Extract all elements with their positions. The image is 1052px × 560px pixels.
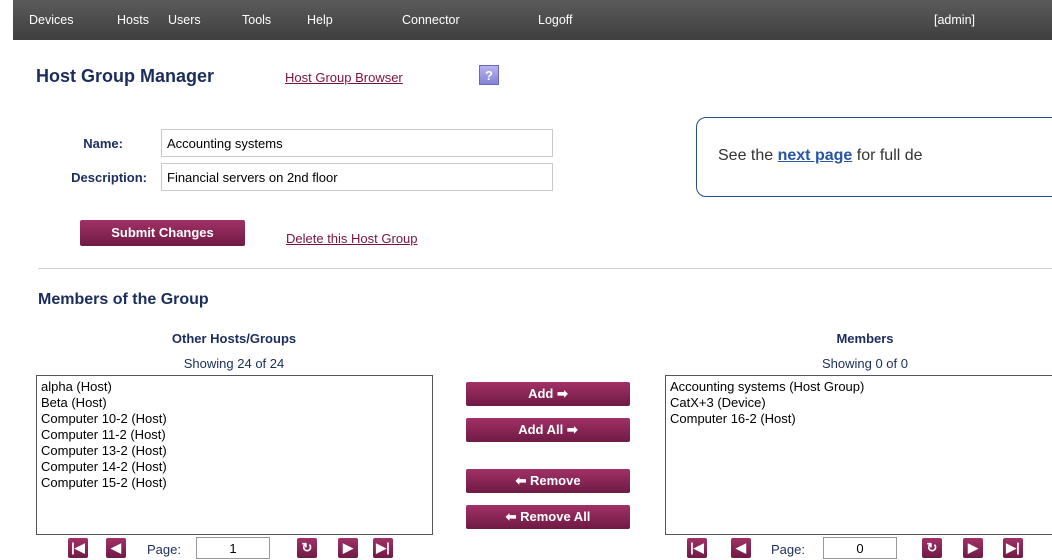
current-user: [admin] <box>934 13 975 27</box>
page-input[interactable]: 1 <box>196 537 270 559</box>
callout-suffix: for full de <box>852 147 923 164</box>
other-hosts-heading: Other Hosts/Groups <box>171 331 297 346</box>
add-label: Add <box>528 386 554 401</box>
list-item[interactable]: Computer 15-2 (Host) <box>37 475 432 491</box>
arrow-left-icon: ⬅ <box>515 473 527 488</box>
last-page-icon[interactable]: ▶| <box>1003 538 1023 558</box>
last-page-icon[interactable]: ▶| <box>373 538 393 558</box>
callout-prefix: See the <box>718 147 778 164</box>
nav-help[interactable]: Help <box>307 0 333 40</box>
members-list[interactable]: Accounting systems (Host Group) CatX+3 (… <box>665 375 1052 535</box>
help-icon[interactable]: ? <box>479 65 499 85</box>
refresh-icon[interactable]: ↻ <box>297 538 317 558</box>
add-all-label: Add All <box>518 422 564 437</box>
next-page-icon[interactable]: ▶ <box>963 538 983 558</box>
list-item[interactable]: Computer 11-2 (Host) <box>37 427 432 443</box>
add-button[interactable]: Add ➡ <box>466 382 630 406</box>
other-hosts-list[interactable]: alpha (Host) Beta (Host) Computer 10-2 (… <box>36 375 433 535</box>
nav-users[interactable]: Users <box>168 0 201 40</box>
remove-all-button[interactable]: ⬅ Remove All <box>466 505 630 529</box>
list-item[interactable]: alpha (Host) <box>37 379 432 395</box>
members-count: Showing 0 of 0 <box>821 356 908 371</box>
remove-all-label: Remove All <box>520 509 591 524</box>
list-item[interactable]: Computer 10-2 (Host) <box>37 411 432 427</box>
delete-host-group-link[interactable]: Delete this Host Group <box>286 231 418 246</box>
callout-text: See the next page for full de <box>718 147 923 165</box>
remove-label: Remove <box>529 473 581 488</box>
nav-logoff[interactable]: Logoff <box>538 0 573 40</box>
list-item[interactable]: Accounting systems (Host Group) <box>666 379 1052 395</box>
arrow-right-icon: ➡ <box>557 386 568 401</box>
description-field[interactable]: Financial servers on 2nd floor <box>161 163 553 191</box>
first-page-icon[interactable]: |◀ <box>687 538 707 558</box>
next-page-icon[interactable]: ▶ <box>338 538 358 558</box>
list-item[interactable]: Computer 13-2 (Host) <box>37 443 432 459</box>
members-section-title: Members of the Group <box>38 291 209 308</box>
arrow-left-icon: ⬅ <box>505 509 517 524</box>
nav-tools[interactable]: Tools <box>242 0 271 40</box>
name-label: Name: <box>83 136 123 151</box>
left-frame-edge <box>0 40 13 555</box>
nav-hosts[interactable]: Hosts <box>117 0 149 40</box>
top-nav-bar: Devices Hosts Users Tools Help Connector… <box>13 0 1052 40</box>
members-heading: Members <box>836 331 894 346</box>
page-input[interactable]: 0 <box>823 537 897 559</box>
refresh-icon[interactable]: ↻ <box>922 538 942 558</box>
prev-page-icon[interactable]: ◀ <box>106 538 126 558</box>
nav-devices[interactable]: Devices <box>29 0 73 40</box>
description-label: Description: <box>71 170 147 185</box>
list-item[interactable]: Computer 14-2 (Host) <box>37 459 432 475</box>
list-item[interactable]: Beta (Host) <box>37 395 432 411</box>
remove-button[interactable]: ⬅ Remove <box>466 469 630 493</box>
arrow-right-icon: ➡ <box>566 422 578 437</box>
prev-page-icon[interactable]: ◀ <box>731 538 751 558</box>
page-title: Host Group Manager <box>36 66 215 86</box>
host-group-browser-link[interactable]: Host Group Browser <box>285 70 403 85</box>
other-hosts-count: Showing 24 of 24 <box>183 356 285 371</box>
name-field[interactable]: Accounting systems <box>161 129 553 157</box>
first-page-icon[interactable]: |◀ <box>68 538 88 558</box>
list-item[interactable]: CatX+3 (Device) <box>666 395 1052 411</box>
next-page-link[interactable]: next page <box>778 147 853 164</box>
add-all-button[interactable]: Add All ➡ <box>466 418 630 442</box>
submit-changes-button[interactable]: Submit Changes <box>80 220 245 246</box>
nav-connector[interactable]: Connector <box>402 0 460 40</box>
section-divider <box>38 268 1052 269</box>
list-item[interactable]: Computer 16-2 (Host) <box>666 411 1052 427</box>
